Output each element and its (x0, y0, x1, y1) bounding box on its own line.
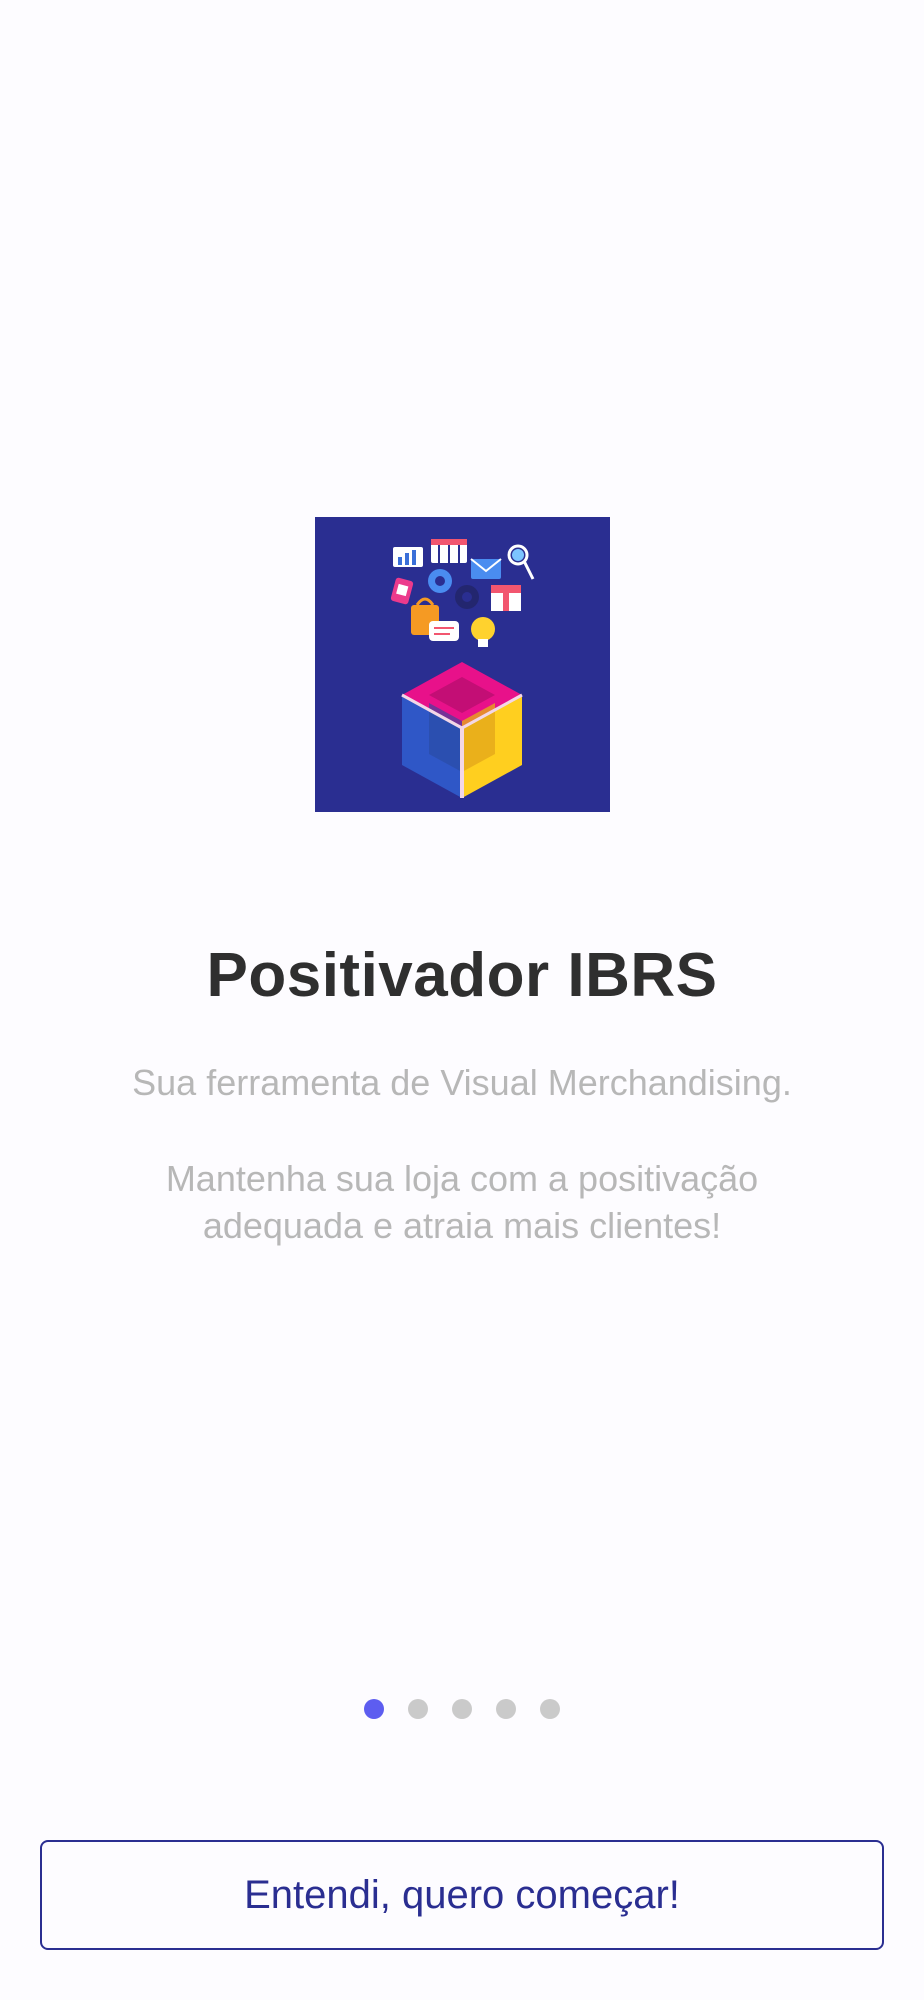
page-indicator-dot-1[interactable] (364, 1699, 384, 1719)
page-indicator-dot-4[interactable] (496, 1699, 516, 1719)
app-logo-box-icon (315, 517, 610, 812)
onboarding-description: Mantenha sua loja com a positivação adeq… (165, 1158, 759, 1246)
get-started-button[interactable]: Entendi, quero começar! (40, 1840, 884, 1950)
page-indicator (0, 1699, 924, 1719)
page-indicator-dot-3[interactable] (452, 1699, 472, 1719)
onboarding-subtitle: Sua ferramenta de Visual Merchandising. (132, 1062, 792, 1103)
page-title: Positivador IBRS (206, 941, 718, 1010)
onboarding-screen: Positivador IBRS Sua ferramenta de Visua… (0, 0, 924, 2000)
app-logo-illustration (390, 539, 535, 798)
page-indicator-dot-2[interactable] (408, 1699, 428, 1719)
page-indicator-dot-5[interactable] (540, 1699, 560, 1719)
